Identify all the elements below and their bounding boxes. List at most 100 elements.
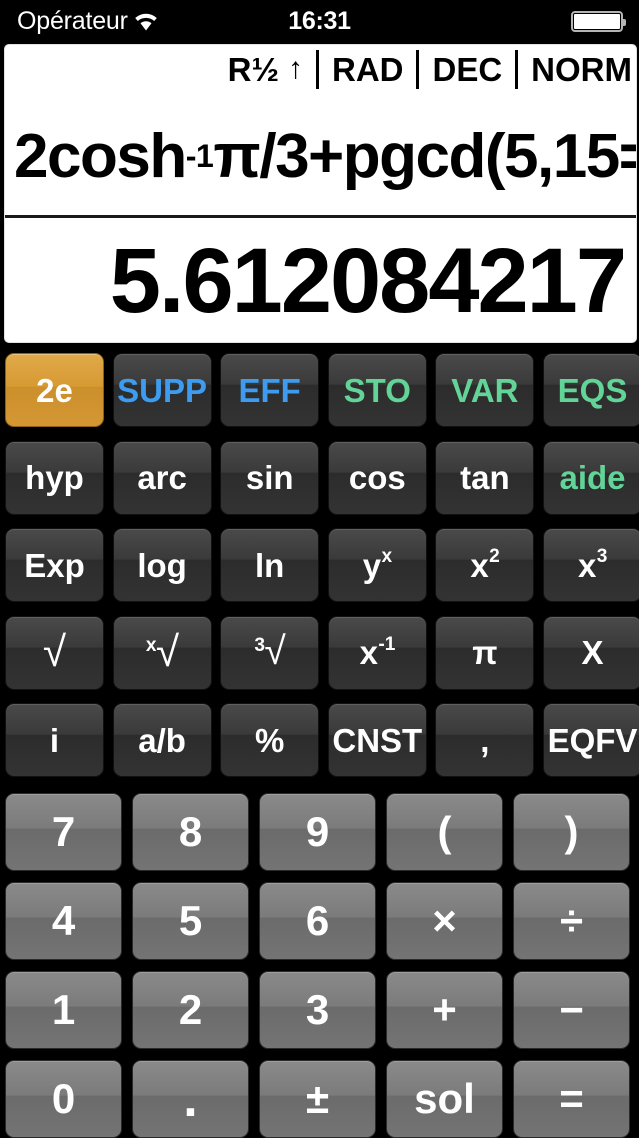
- key-log[interactable]: log: [112, 528, 212, 602]
- key-x-key[interactable]: x √: [112, 615, 212, 690]
- key-exponent: x: [381, 546, 393, 568]
- mode-indicator-angle: RAD: [315, 49, 417, 89]
- key-equals[interactable]: =: [513, 1059, 630, 1138]
- key-eqs[interactable]: EQS: [543, 353, 639, 427]
- key-label: 7: [51, 807, 76, 855]
- key-label: a/b: [138, 721, 186, 759]
- key-label: log: [137, 546, 187, 584]
- key-3[interactable]: 3: [259, 970, 376, 1049]
- key-arc[interactable]: arc: [112, 440, 212, 515]
- key-7[interactable]: 7: [5, 792, 122, 871]
- key-label: EQFV: [547, 721, 638, 759]
- key-sin[interactable]: sin: [220, 440, 320, 515]
- key-close-paren[interactable]: ): [513, 792, 630, 871]
- key-eqfv[interactable]: EQFV: [543, 703, 639, 777]
- key-sol[interactable]: sol: [386, 1059, 503, 1138]
- mode-indicator-row: R½ ↑ RAD DEC NORM: [5, 45, 636, 93]
- key-label: 3: [305, 985, 330, 1033]
- key-label: cos: [348, 459, 406, 496]
- key-label: CNST: [332, 721, 423, 759]
- key-label: 4: [51, 896, 76, 944]
- key-x[interactable]: X: [543, 615, 639, 690]
- key-8[interactable]: 8: [132, 792, 249, 871]
- key-3-key[interactable]: 3 √: [220, 615, 320, 690]
- key-label: y: [362, 546, 382, 584]
- status-bar: Opérateur 16:31: [0, 0, 639, 40]
- key-x-2[interactable]: x2: [435, 528, 535, 602]
- key-decimal-point[interactable]: .: [132, 1059, 249, 1138]
- key-open-paren[interactable]: (: [386, 792, 503, 871]
- key-label: 8: [178, 807, 203, 855]
- key-key[interactable]: √: [5, 615, 104, 690]
- key-key[interactable]: %: [220, 703, 320, 777]
- key-key[interactable]: ,: [435, 703, 535, 777]
- key-0[interactable]: 0: [5, 1059, 122, 1138]
- calculator-display[interactable]: R½ ↑ RAD DEC NORM 2cosh -1 π/3+pgcd(5,15= 5…: [4, 44, 637, 343]
- key-divide[interactable]: ÷: [513, 881, 630, 960]
- key-label: ,: [480, 721, 490, 759]
- key-label: 1: [51, 985, 76, 1033]
- key-var[interactable]: VAR: [435, 353, 535, 427]
- key-label: x: [578, 546, 597, 584]
- key-label: VAR: [451, 371, 519, 409]
- key-4[interactable]: 4: [5, 881, 122, 960]
- key-label: 6: [305, 896, 330, 944]
- key-cnst[interactable]: CNST: [327, 703, 427, 777]
- key-label: %: [255, 721, 285, 759]
- key-label: sol: [414, 1074, 475, 1122]
- key-1[interactable]: 1: [5, 970, 122, 1049]
- key-y-x[interactable]: yx: [327, 528, 427, 602]
- up-arrow-icon: ↑: [287, 52, 303, 85]
- key-exp[interactable]: Exp: [5, 528, 104, 602]
- key-5[interactable]: 5: [132, 881, 249, 960]
- key-x-1[interactable]: x -1: [327, 615, 427, 690]
- key-supp[interactable]: SUPP: [112, 353, 212, 427]
- key-label: tan: [460, 459, 510, 496]
- key-label: .: [183, 1069, 198, 1128]
- key-hyp[interactable]: hyp: [5, 440, 104, 515]
- result-line: 5.612084217: [109, 229, 627, 332]
- mode-indicator-notation: NORM: [515, 49, 636, 89]
- key-label: Exp: [24, 546, 85, 584]
- mode-indicator-memory: R½ ↑: [215, 50, 316, 89]
- key-label: √: [264, 630, 286, 674]
- key-label: 5: [178, 896, 203, 944]
- key-2e[interactable]: 2e: [5, 353, 104, 427]
- key-a-b[interactable]: a/b: [112, 703, 212, 777]
- key-2[interactable]: 2: [132, 970, 249, 1049]
- key-label: 0: [51, 1074, 76, 1122]
- key-plus-minus[interactable]: ±: [259, 1059, 376, 1138]
- key-label: =: [559, 1074, 584, 1122]
- key-label: 2: [178, 985, 203, 1033]
- expression-head: 2cosh: [14, 121, 187, 191]
- key-key[interactable]: π: [435, 615, 535, 690]
- key-i[interactable]: i: [5, 703, 104, 777]
- expression-superscript: -1: [185, 137, 214, 174]
- key-minus[interactable]: −: [513, 970, 630, 1049]
- display-divider: [5, 215, 636, 218]
- key-label: X: [581, 634, 604, 671]
- key-cos[interactable]: cos: [327, 440, 427, 515]
- key-tan[interactable]: tan: [435, 440, 535, 515]
- keypad: 2e SUPP EFF STO VAR EQS hyp arc sin cos tan aide Exp…: [0, 348, 639, 1138]
- key-aide[interactable]: aide: [543, 440, 639, 515]
- key-label: ln: [255, 546, 285, 584]
- key-label: ±: [305, 1074, 330, 1122]
- key-label: SUPP: [117, 371, 208, 409]
- key-prefix: 3: [254, 635, 266, 657]
- battery-full-icon: [571, 11, 626, 32]
- key-label: π: [472, 634, 498, 671]
- key-label: ): [564, 807, 579, 855]
- key-ln[interactable]: ln: [220, 528, 320, 602]
- key-sto[interactable]: STO: [327, 353, 427, 427]
- key-label: sin: [245, 459, 294, 496]
- key-6[interactable]: 6: [259, 881, 376, 960]
- key-multiply[interactable]: ×: [386, 881, 503, 960]
- key-label: x: [470, 546, 489, 584]
- key-x-3[interactable]: x3: [543, 528, 639, 602]
- key-9[interactable]: 9: [259, 792, 376, 871]
- key-exponent: 2: [489, 546, 500, 568]
- key-plus[interactable]: +: [386, 970, 503, 1049]
- key-eff[interactable]: EFF: [220, 353, 320, 427]
- key-label: ×: [432, 896, 457, 944]
